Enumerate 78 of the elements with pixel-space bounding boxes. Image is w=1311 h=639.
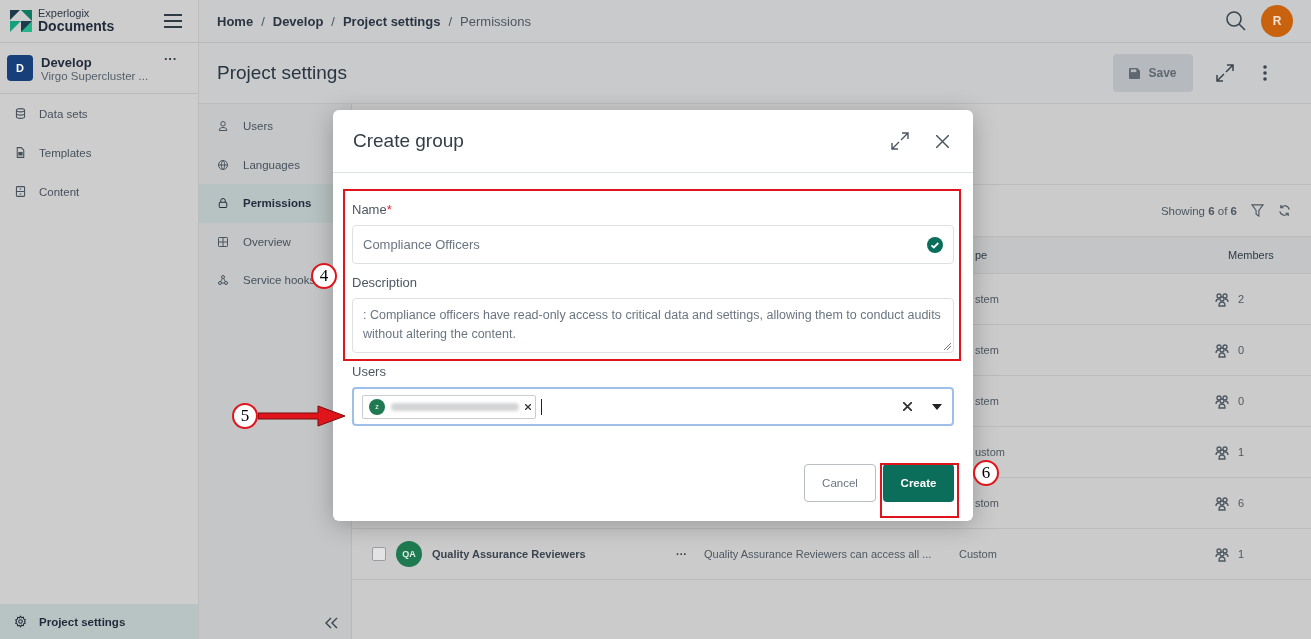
settings-tab[interactable]: Languages bbox=[199, 145, 351, 184]
sidebar-item[interactable]: Templates bbox=[0, 133, 198, 172]
more-button[interactable]: ··· bbox=[164, 51, 177, 66]
settings-tab[interactable]: Users bbox=[199, 107, 351, 146]
expand-icon[interactable] bbox=[1215, 63, 1235, 83]
table-cell: 1 bbox=[1238, 548, 1245, 560]
resize-handle-icon[interactable] bbox=[944, 343, 951, 350]
project-name[interactable]: Develop bbox=[41, 54, 149, 70]
description-field[interactable]: : Compliance officers have read-only access to critical data and settings, allowing them to conduct audits without altering the content. bbox=[352, 298, 954, 353]
breadcrumb-link[interactable]: Develop bbox=[272, 13, 324, 29]
brand-name: Documents bbox=[38, 19, 115, 34]
table-cell-text: stem bbox=[974, 293, 1000, 305]
field-label: Users bbox=[352, 364, 387, 379]
more-button[interactable]: ··· bbox=[659, 548, 704, 560]
table-cell-text: Custom bbox=[959, 548, 998, 560]
field-label: Description bbox=[352, 275, 419, 290]
globe-icon bbox=[217, 158, 229, 171]
table-cell-text: ustom bbox=[974, 446, 1006, 458]
breadcrumb-separator: / bbox=[261, 13, 265, 29]
user-icon bbox=[217, 120, 229, 133]
breadcrumb-separator: / bbox=[331, 13, 335, 29]
search-icon[interactable] bbox=[1225, 10, 1247, 32]
group-avatar: QA bbox=[396, 541, 422, 567]
breadcrumb-link[interactable]: Home bbox=[217, 13, 254, 29]
table-cell: 6 bbox=[1238, 497, 1245, 509]
table-cell: 2 bbox=[1238, 293, 1245, 305]
expand-icon[interactable] bbox=[890, 131, 910, 151]
settings-tab[interactable]: Overview bbox=[199, 222, 351, 261]
members-icon bbox=[1214, 291, 1230, 307]
clear-icon[interactable] bbox=[903, 402, 912, 411]
table-cell: 1 bbox=[1238, 446, 1245, 458]
dialog-title: Create group bbox=[353, 130, 464, 152]
table-cell-text: stom bbox=[974, 497, 1000, 509]
filter-icon[interactable] bbox=[1251, 204, 1264, 217]
members-icon bbox=[1214, 495, 1230, 511]
sidebar-item[interactable]: Data sets bbox=[0, 94, 198, 133]
row-checkbox[interactable] bbox=[372, 547, 386, 561]
lock-icon bbox=[217, 197, 229, 210]
table-cell: 0 bbox=[1238, 344, 1245, 356]
collapse-icon[interactable] bbox=[325, 617, 339, 629]
close-icon[interactable] bbox=[936, 134, 949, 148]
user-avatar[interactable]: R bbox=[1261, 5, 1293, 37]
create-button[interactable]: Create bbox=[883, 464, 954, 502]
hooks-icon bbox=[217, 274, 229, 287]
group-name[interactable]: Quality Assurance Reviewers bbox=[432, 548, 659, 560]
members-icon bbox=[1214, 546, 1230, 562]
document-icon bbox=[14, 146, 27, 159]
table-cell-text: Quality Assurance Reviewers can access all ... bbox=[704, 548, 933, 560]
remove-icon[interactable] bbox=[525, 403, 531, 410]
cabinet-icon bbox=[14, 185, 27, 198]
project-subtitle: Virgo Supercluster ... bbox=[41, 69, 149, 82]
breadcrumb-separator: / bbox=[448, 13, 453, 29]
logo-icon bbox=[10, 10, 32, 32]
dropdown-caret-icon[interactable] bbox=[932, 403, 942, 410]
column-header: pe bbox=[974, 249, 989, 261]
settings-icon bbox=[14, 615, 27, 628]
cancel-button[interactable]: Cancel bbox=[804, 464, 876, 502]
table-cell-text: stem bbox=[974, 344, 1000, 356]
column-header: Members bbox=[1227, 249, 1275, 261]
database-icon bbox=[14, 107, 27, 120]
project-avatar: D bbox=[7, 55, 33, 81]
breadcrumb-link[interactable]: Project settings bbox=[342, 13, 441, 29]
result-count: Showing 6 of 6 bbox=[1160, 204, 1237, 217]
members-icon bbox=[1214, 342, 1230, 358]
brand-tagline: Experlogix bbox=[38, 8, 91, 19]
name-field[interactable]: Compliance Officers bbox=[352, 225, 954, 264]
table-cell-text: stem bbox=[974, 395, 1000, 407]
grid-icon bbox=[217, 235, 229, 248]
field-label: Name* bbox=[352, 202, 393, 217]
members-icon bbox=[1214, 444, 1230, 460]
refresh-icon[interactable] bbox=[1278, 204, 1291, 217]
members-icon bbox=[1214, 393, 1230, 409]
table-cell: 0 bbox=[1238, 395, 1245, 407]
sidebar-item[interactable]: Content bbox=[0, 172, 198, 211]
more-icon[interactable] bbox=[1263, 65, 1267, 81]
sidebar-item[interactable]: Project settings bbox=[0, 604, 198, 639]
page-title: Project settings bbox=[217, 62, 347, 84]
breadcrumb-link[interactable]: Permissions bbox=[460, 13, 531, 29]
